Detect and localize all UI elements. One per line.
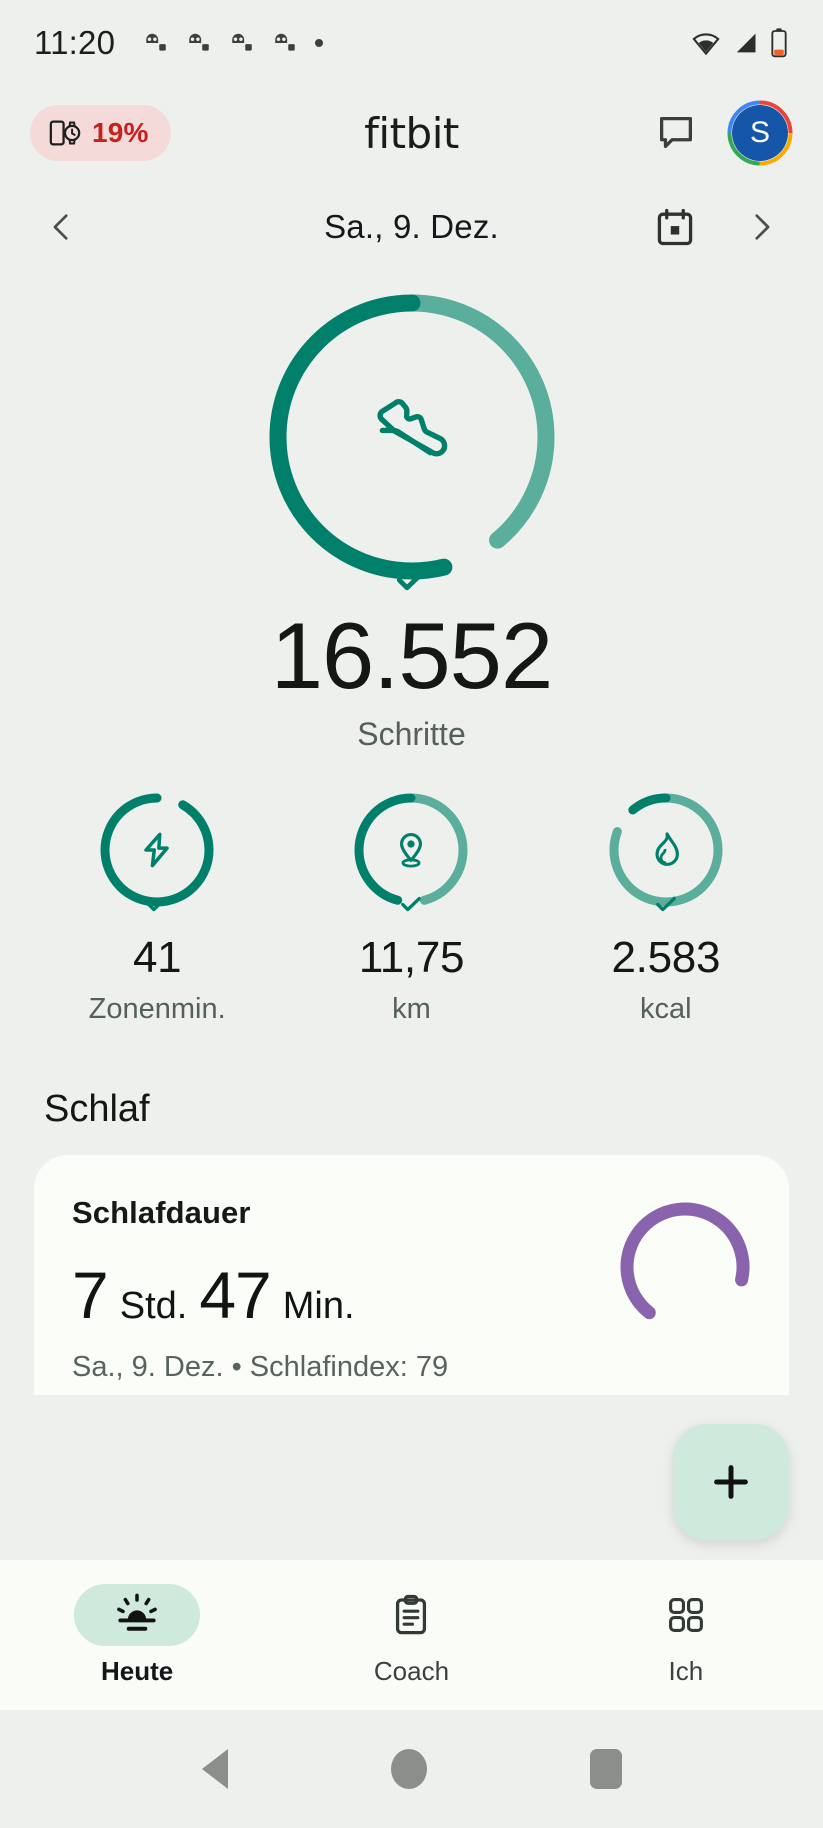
device-battery-percent: 19%	[92, 117, 149, 148]
grid-icon	[668, 1597, 703, 1632]
next-day-button[interactable]	[741, 207, 781, 247]
battery-low-icon	[771, 27, 787, 57]
app-notification-icon	[146, 33, 166, 51]
metric-zone-minutes[interactable]: 41 Zonenmin.	[30, 789, 284, 1026]
system-back-icon[interactable]	[201, 1749, 228, 1789]
avatar[interactable]: S	[727, 100, 793, 166]
nav-pill-ich	[623, 1584, 749, 1646]
fitbit-today-screen: 11:20 19% fitbit S Sa., 9. Dez. 16.552 S…	[0, 0, 823, 1828]
status-bar: 11:20	[0, 0, 823, 85]
status-system-icons	[691, 27, 789, 59]
app-notification-icon	[275, 33, 295, 51]
distance-ring	[350, 789, 472, 911]
clipboard-icon	[396, 1594, 427, 1634]
calories-ring	[605, 789, 727, 911]
sleep-hours-unit: Std.	[119, 1284, 188, 1327]
metric-calories[interactable]: 2.583 kcal	[539, 789, 793, 1026]
add-button[interactable]	[673, 1424, 789, 1540]
app-bar-actions: S	[653, 100, 793, 166]
system-navigation-bar	[0, 1710, 823, 1828]
wifi-icon	[692, 32, 720, 55]
nav-label-ich: Ich	[668, 1655, 704, 1686]
bottom-navigation: Heute Coach Ich	[0, 1560, 823, 1710]
distance-value: 11,75	[358, 932, 465, 982]
goal-reached-check-icon	[396, 568, 427, 591]
sleep-duration-card[interactable]: Schlafdauer 7 Std. 47 Min. Sa., 9. Dez. …	[34, 1154, 789, 1395]
previous-day-button[interactable]	[42, 207, 82, 247]
nav-item-coach[interactable]: Coach	[274, 1584, 548, 1687]
goal-reached-check-icon	[655, 896, 676, 911]
steps-ring-section[interactable]	[0, 287, 823, 591]
steps-ring[interactable]	[262, 287, 562, 591]
zone-minutes-label: Zonenmin.	[88, 992, 226, 1025]
cellular-signal-icon	[736, 33, 756, 52]
steps-label: Schritte	[357, 715, 466, 752]
nav-pill-heute	[74, 1583, 201, 1646]
nav-label-coach: Coach	[373, 1655, 450, 1686]
sleep-minutes: 47	[199, 1257, 271, 1332]
location-pin-icon	[400, 832, 423, 868]
nav-item-ich[interactable]: Ich	[549, 1584, 823, 1687]
status-notification-icons	[143, 30, 324, 56]
system-recents-icon[interactable]	[589, 1749, 622, 1789]
avatar-initial: S	[732, 105, 788, 161]
sleep-hours: 7	[72, 1257, 109, 1332]
watch-battery-icon	[49, 120, 81, 146]
sunrise-icon	[117, 1593, 158, 1631]
goal-reached-check-icon	[401, 896, 422, 911]
flame-icon	[655, 832, 679, 866]
shoe-icon	[376, 399, 447, 457]
sleep-subtitle: Sa., 9. Dez. • Schlafindex: 79	[72, 1350, 449, 1383]
app-notification-icon	[189, 33, 209, 51]
chat-bubble-icon[interactable]	[653, 110, 699, 156]
app-notification-icon	[232, 33, 252, 51]
sleep-section-title: Schlaf	[44, 1087, 150, 1130]
zone-minutes-icon	[144, 832, 169, 868]
plus-icon	[714, 1465, 748, 1499]
more-notifications-dot	[315, 38, 324, 47]
date-navigation: Sa., 9. Dez.	[0, 181, 823, 273]
app-bar: 19% fitbit S	[0, 85, 823, 181]
goal-reached-check-icon	[147, 896, 168, 911]
nav-item-heute[interactable]: Heute	[0, 1583, 274, 1687]
calories-label: kcal	[640, 992, 692, 1025]
steps-value: 16.552	[270, 603, 554, 708]
sleep-score-ring-icon	[620, 1202, 750, 1332]
calendar-icon[interactable]	[653, 205, 697, 249]
distance-label: km	[392, 992, 431, 1025]
metric-distance[interactable]: 11,75 km	[284, 789, 538, 1026]
status-time: 11:20	[34, 23, 116, 61]
device-battery-badge[interactable]: 19%	[30, 105, 171, 161]
zone-minutes-ring	[96, 789, 218, 911]
date-nav-right	[653, 205, 781, 249]
zone-minutes-value: 41	[132, 932, 182, 982]
nav-pill-coach	[348, 1584, 474, 1646]
sub-metrics-row: 41 Zonenmin. 11,75 km 2.583 kcal	[0, 789, 823, 1026]
system-home-icon[interactable]	[390, 1749, 427, 1789]
nav-label-heute: Heute	[101, 1655, 174, 1686]
calories-value: 2.583	[611, 932, 721, 982]
sleep-minutes-unit: Min.	[282, 1284, 355, 1327]
